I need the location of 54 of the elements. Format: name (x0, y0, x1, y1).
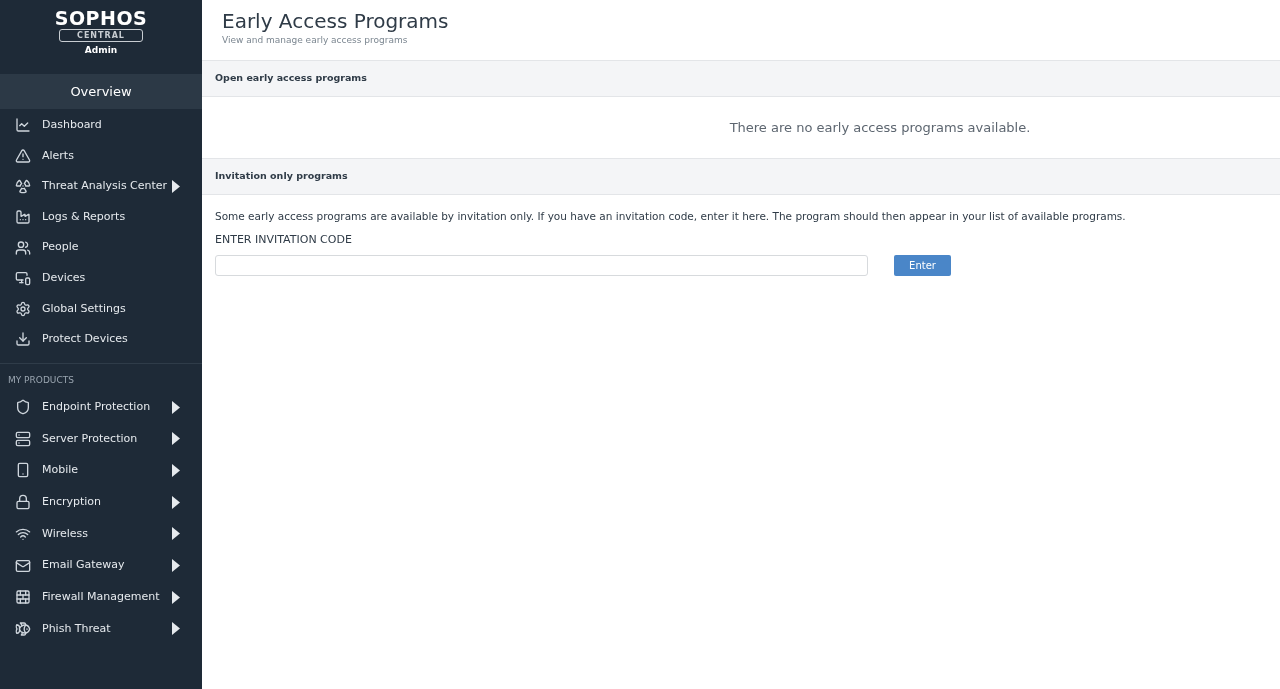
caret-icon (172, 495, 180, 509)
product-badge: CENTRAL (59, 29, 143, 42)
nav-item[interactable]: Encryption (0, 486, 202, 518)
caret-icon (172, 527, 180, 541)
nav-item[interactable]: Dashboard (0, 110, 202, 141)
radiation-icon (15, 178, 31, 195)
page-subtitle: View and manage early access programs (222, 34, 408, 47)
field-label: ENTER INVITATION CODE (215, 232, 352, 248)
settings-icon (15, 300, 31, 317)
fish-icon (15, 620, 31, 637)
nav-item[interactable]: Firewall Management (0, 581, 202, 614)
nav-item[interactable]: Endpoint Protection (0, 391, 202, 423)
nav-item[interactable]: Wireless (0, 518, 202, 550)
wall-icon (15, 589, 31, 606)
brand-logo: SOPHOS (54, 8, 148, 28)
chart-icon (15, 117, 31, 134)
warning-icon (15, 147, 31, 164)
nav-item[interactable]: Devices (0, 262, 202, 294)
shield-icon (15, 399, 31, 416)
role-label: Admin (84, 44, 118, 57)
lock-icon (15, 494, 31, 511)
factory-icon (15, 209, 31, 226)
people-icon (15, 239, 31, 256)
nav-item[interactable]: Email Gateway (0, 549, 202, 582)
section-title: Invitation only programs (215, 169, 348, 184)
page-title: Early Access Programs (222, 8, 449, 34)
section-title: Open early access programs (215, 71, 367, 86)
empty-message: There are no early access programs available. (729, 118, 1031, 137)
invitation-code-field[interactable] (215, 254, 868, 276)
caret-icon (172, 180, 180, 193)
caret-icon (172, 463, 180, 477)
caret-icon (172, 559, 180, 573)
server-icon (15, 430, 31, 447)
enter-button[interactable]: Enter (894, 254, 951, 276)
caret-icon (172, 590, 180, 604)
nav-item[interactable]: Logs & Reports (0, 201, 202, 233)
devices-icon (15, 270, 31, 287)
mail-icon (15, 557, 31, 574)
phone-icon (15, 462, 31, 479)
nav-item[interactable]: Phish Threat (0, 613, 202, 645)
section-heading: MY PRODUCTS (7, 373, 74, 387)
caret-icon (172, 432, 180, 446)
nav-item[interactable]: Protect Devices (0, 324, 202, 355)
nav-item[interactable]: Alerts (0, 140, 202, 172)
nav-item[interactable]: Mobile (0, 454, 202, 487)
overview-tab[interactable]: Overview (0, 74, 202, 109)
nav-item[interactable]: Threat Analysis Center (0, 171, 202, 202)
caret-icon (172, 400, 180, 414)
nav-item[interactable]: Server Protection (0, 422, 202, 455)
nav-item[interactable]: Global Settings (0, 293, 202, 325)
description-text: Some early access programs are available by invitation only. If you have an invitation code, enter it here. The program should then appear in your list of available programs. (215, 209, 1126, 223)
download-icon (15, 331, 31, 348)
nav-item[interactable]: People (0, 232, 202, 263)
caret-icon (172, 622, 180, 636)
